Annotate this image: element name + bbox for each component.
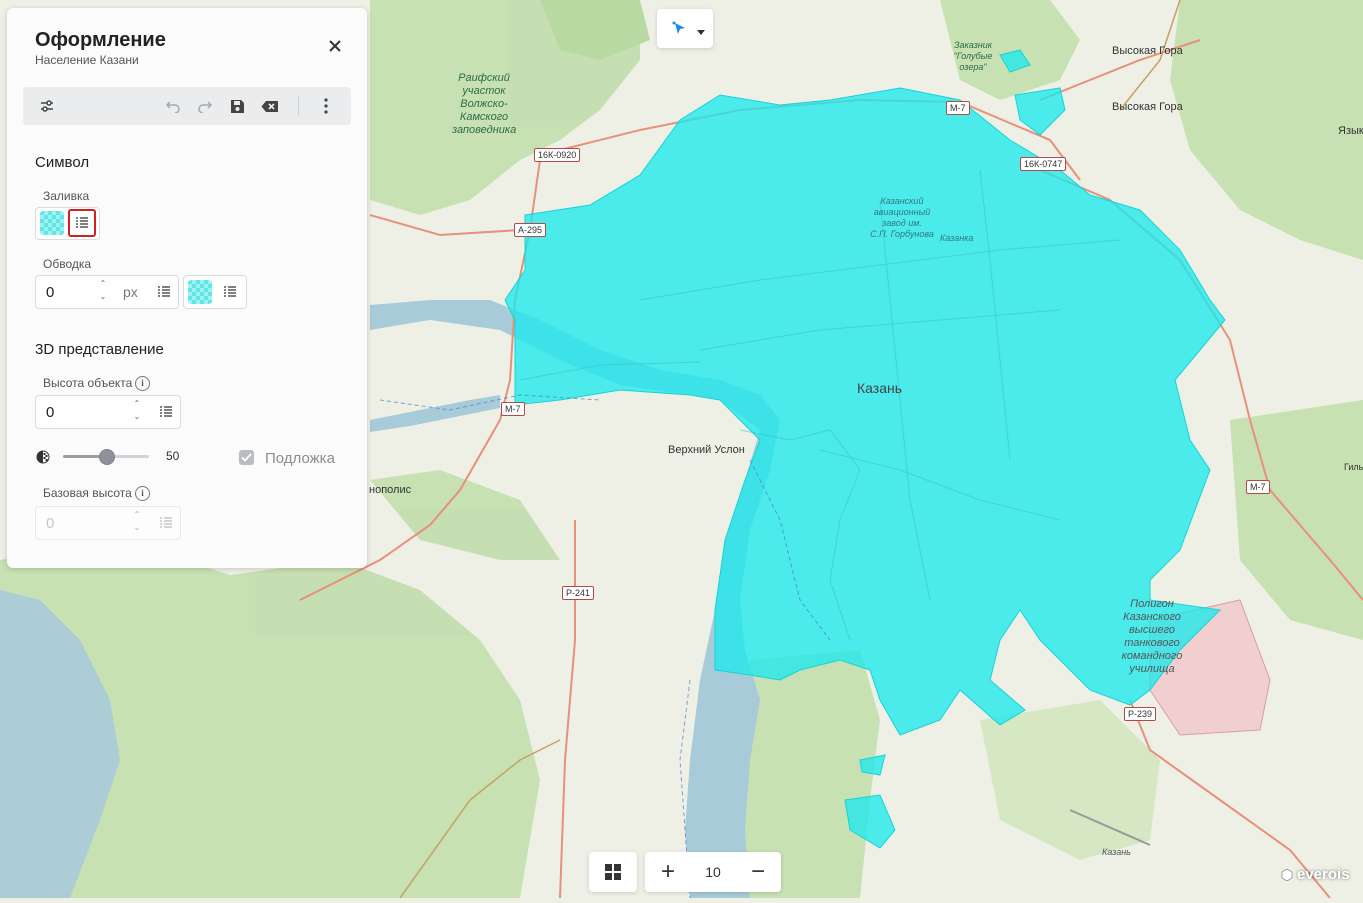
opacity-value: 50	[166, 449, 180, 463]
grid-icon	[605, 864, 621, 880]
base-height-input[interactable]	[44, 514, 128, 533]
panel-toolbar	[23, 87, 351, 125]
chevron-down-icon	[696, 24, 706, 42]
stroke-color-swatch[interactable]	[188, 280, 212, 304]
road-shield-m7-right: М-7	[1246, 480, 1270, 494]
redo-icon	[198, 101, 213, 113]
select-tool-dropdown[interactable]	[657, 9, 713, 48]
brand-logo: everois	[1281, 866, 1350, 883]
stroke-color-control	[183, 275, 247, 309]
fill-control	[35, 207, 100, 240]
object-height-data-driven-button[interactable]	[154, 400, 178, 424]
style-panel: Оформление Население Казани Символ Залив…	[7, 8, 367, 568]
road-shield-m7-left: М-7	[501, 402, 525, 416]
map-label-yazyk: Языки	[1338, 125, 1363, 137]
undo-button[interactable]	[163, 96, 183, 116]
list-icon	[224, 286, 236, 297]
fill-color-swatch[interactable]	[40, 211, 64, 235]
toolbar-divider	[298, 96, 299, 116]
opacity-slider[interactable]	[63, 449, 149, 465]
settings-button[interactable]	[37, 96, 57, 116]
map-label-airport: Казань	[1102, 847, 1131, 857]
close-button[interactable]	[325, 36, 345, 56]
stroke-width-increment[interactable]: ⌃	[98, 280, 108, 288]
map-label-vysokaya-gora-2: Высокая Гора	[1112, 101, 1183, 113]
stroke-width-control: ⌃ ⌄ px	[35, 275, 179, 309]
base-height-label: Базовая высота	[43, 486, 132, 500]
road-shield-r239: Р-239	[1124, 707, 1157, 721]
pointer-icon	[671, 20, 687, 41]
base-height-decrement[interactable]: ⌄	[132, 524, 142, 532]
list-icon	[160, 406, 172, 417]
stroke-unit: px	[123, 284, 138, 300]
list-icon	[76, 217, 88, 228]
redo-button[interactable]	[195, 96, 215, 116]
zoom-level: 10	[705, 864, 721, 880]
stroke-width-decrement[interactable]: ⌄	[98, 293, 108, 301]
checkmark-icon	[241, 453, 252, 462]
base-height-increment[interactable]: ⌃	[132, 511, 142, 519]
stroke-width-input[interactable]	[44, 283, 98, 302]
brand-icon	[1281, 868, 1293, 881]
map-label-polygon: Полигон Казанского высшего танкового ком…	[1121, 598, 1183, 675]
fill-data-driven-button[interactable]	[68, 209, 96, 237]
clear-icon	[261, 100, 278, 112]
list-icon	[160, 517, 172, 528]
stroke-label: Обводка	[43, 257, 92, 271]
map-label-raifa: Раифский участок Волжско- Камского запов…	[452, 72, 517, 136]
map-label-vysokaya-gora: Высокая Гора	[1112, 45, 1183, 57]
road-shield-16k0920: 16К-0920	[534, 148, 581, 162]
more-button[interactable]	[316, 96, 336, 116]
map-label-nopolis: нополис	[369, 484, 412, 496]
road-shield-m7: М-7	[946, 101, 970, 115]
opacity-icon	[36, 450, 50, 469]
more-vertical-icon	[324, 98, 328, 114]
road-shield-16k0747: 16К-0747	[1020, 157, 1067, 171]
map-label-kazanka: Казанка	[940, 233, 974, 243]
object-height-decrement[interactable]: ⌄	[132, 413, 142, 421]
map-label-aviation-plant: Казанский авиационный завод им. С.П. Гор…	[870, 196, 934, 239]
layers-button[interactable]	[589, 852, 637, 892]
save-button[interactable]	[227, 96, 247, 116]
close-icon	[329, 40, 341, 52]
info-icon[interactable]: i	[135, 486, 150, 501]
map-label-gil: Гиль	[1344, 462, 1363, 472]
undo-icon	[165, 101, 180, 113]
panel-title: Оформление	[35, 29, 166, 51]
stroke-color-data-driven-button[interactable]	[218, 280, 242, 304]
zoom-in-button[interactable]: +	[645, 852, 691, 892]
object-height-label: Высота объекта	[43, 376, 133, 390]
object-height-input[interactable]	[44, 403, 128, 422]
opacity-slider-thumb[interactable]	[99, 449, 115, 465]
backdrop-checkbox[interactable]	[239, 450, 254, 465]
map-label-verkhny-uslon: Верхний Услон	[668, 444, 745, 456]
zoom-control: + 10 −	[645, 852, 781, 892]
base-height-data-driven-button[interactable]	[154, 511, 178, 535]
base-height-control: ⌃ ⌄	[35, 506, 181, 540]
fill-label: Заливка	[43, 189, 90, 203]
sliders-icon	[41, 100, 53, 112]
map-label-zakaznik: Заказник "Голубые озера"	[953, 40, 993, 72]
map-label-kazan: Казань	[857, 380, 903, 396]
brand-name: everois	[1297, 866, 1350, 883]
object-height-control: ⌃ ⌄	[35, 395, 181, 429]
symbol-section-title: Символ	[35, 154, 90, 171]
clear-button[interactable]	[260, 96, 280, 116]
road-shield-a295: А-295	[514, 223, 547, 237]
backdrop-label[interactable]: Подложка	[265, 450, 335, 467]
road-shield-r241: Р-241	[562, 586, 595, 600]
object-height-increment[interactable]: ⌃	[132, 400, 142, 408]
save-icon	[230, 99, 244, 113]
list-icon	[158, 286, 170, 297]
stroke-width-data-driven-button[interactable]	[152, 280, 176, 304]
panel-subtitle: Население Казани	[35, 53, 139, 67]
info-icon[interactable]: i	[135, 376, 150, 391]
3d-section-title: 3D представление	[35, 341, 164, 358]
zoom-out-button[interactable]: −	[735, 852, 781, 892]
